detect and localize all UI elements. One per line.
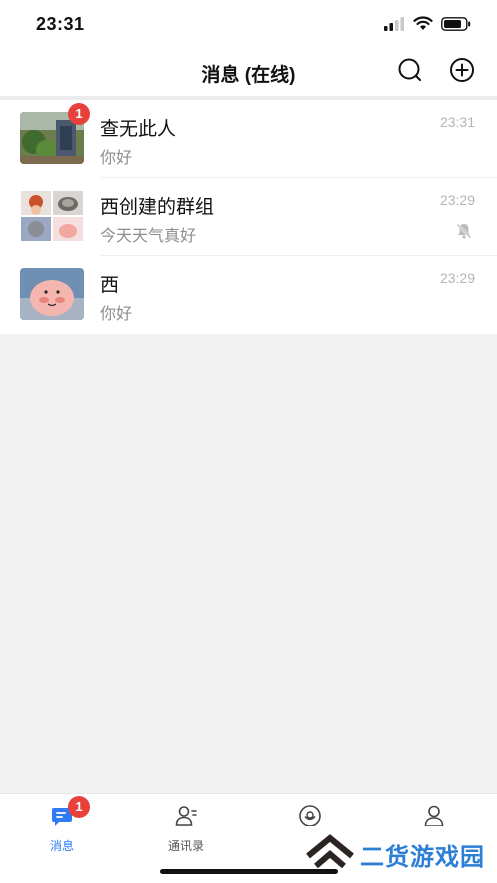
- contacts-icon: [174, 804, 198, 828]
- watermark-text: 二货游戏园: [360, 844, 485, 871]
- conversation-time: 23:29: [439, 192, 475, 208]
- conversation-row[interactable]: 西 你好 23:29: [0, 256, 497, 334]
- nav-bar: 消息 (在线): [0, 48, 497, 96]
- system-icons: [383, 16, 471, 36]
- tab-badge: 1: [68, 796, 90, 818]
- conversation-preview: 你好: [100, 306, 133, 323]
- unread-badge: 1: [68, 103, 90, 125]
- tab-messages[interactable]: 1 消息: [0, 796, 124, 856]
- conversation-list: 1 查无此人 你好 23:31 西创建的群组 今天天气真好 23:29 西 你好…: [0, 96, 497, 334]
- battery-icon: [441, 16, 471, 36]
- group-avatar: [20, 190, 84, 242]
- signal-icon: [383, 16, 405, 36]
- conversation-row[interactable]: 1 查无此人 你好 23:31: [0, 100, 497, 178]
- conversation-row[interactable]: 西创建的群组 今天天气真好 23:29: [0, 178, 497, 256]
- add-button[interactable]: [448, 57, 476, 88]
- tab-label: 通讯录: [167, 839, 204, 853]
- avatar: [20, 268, 84, 320]
- search-button[interactable]: [396, 58, 424, 86]
- add-circle-icon: [449, 57, 475, 88]
- conversation-preview: 你好: [100, 150, 133, 167]
- bell-off-icon: [455, 222, 473, 240]
- status-time: 23:31: [36, 14, 85, 34]
- watermark: 二货游戏园: [298, 826, 497, 883]
- conversation-preview: 今天天气真好: [100, 228, 197, 245]
- conversation-time: 23:31: [439, 114, 475, 130]
- conversation-time: 23:29: [439, 270, 475, 286]
- conversation-name: 西: [100, 275, 120, 296]
- search-icon: [397, 57, 423, 88]
- smiley-icon: [298, 804, 322, 828]
- person-icon: [422, 804, 446, 828]
- conversation-name: 西创建的群组: [100, 197, 215, 218]
- home-indicator: [160, 869, 338, 874]
- wifi-icon: [413, 16, 433, 36]
- status-bar: 23:31: [0, 0, 497, 48]
- conversation-name: 查无此人: [100, 119, 177, 140]
- tab-contacts[interactable]: 通讯录: [124, 800, 248, 856]
- tab-label: 消息: [49, 839, 74, 853]
